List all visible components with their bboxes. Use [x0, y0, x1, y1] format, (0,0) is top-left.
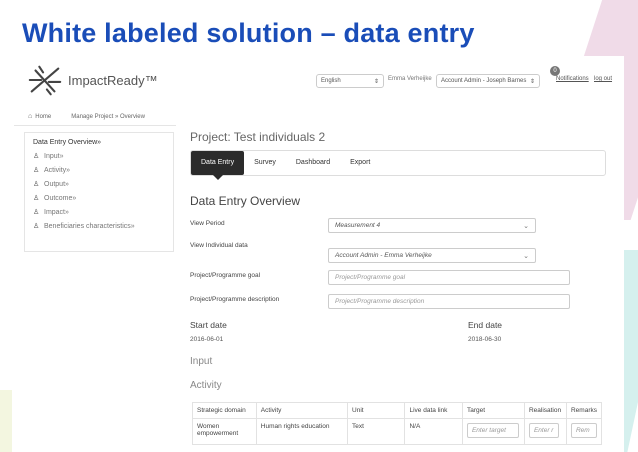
logo[interactable]: ImpactReady™	[26, 62, 158, 98]
sidebar-item-label: Activity»	[44, 166, 71, 174]
slide-title: White labeled solution – data entry	[22, 18, 475, 48]
impactready-logo-icon	[28, 65, 62, 96]
live-data-link-cell: N/A	[404, 418, 463, 445]
realisation-input[interactable]: Enter r	[528, 423, 559, 438]
section-title: Data Entry Overview	[190, 194, 301, 208]
notifications-label: Notifications	[556, 76, 589, 82]
project-title: Project: Test individuals 2	[190, 130, 326, 144]
view-period-label: View Period	[190, 220, 225, 227]
unit-cell: Text	[347, 418, 406, 445]
end-date-value: 2018-06-30	[468, 336, 502, 343]
breadcrumb-home[interactable]: Home	[35, 114, 51, 120]
column-header: Target	[461, 402, 525, 419]
goal-label: Project/Programme goal	[190, 272, 261, 279]
column-header: Realisation	[523, 402, 567, 419]
sidebar-item-impact[interactable]: ♙ Impact»	[33, 207, 165, 217]
breadcrumb-path[interactable]: Manage Project » Overview	[71, 114, 145, 120]
start-date-value: 2016-06-01	[190, 336, 224, 343]
person-icon: ♙	[33, 181, 40, 188]
remarks-input[interactable]: Rem	[570, 423, 597, 438]
top-bar: ImpactReady™ English ⇕ Emma Verheijke Ac…	[14, 56, 624, 100]
strategic-domain-cell: Women empowerment	[192, 418, 257, 445]
realisation-cell: Enter r	[523, 418, 567, 445]
column-header: Remarks	[565, 402, 603, 419]
sidebar-item-label: Beneficiaries characteristics»	[44, 222, 135, 230]
description-label: Project/Programme description	[190, 296, 280, 303]
view-individual-select[interactable]: Account Admin - Emma Verheijke ⌄	[328, 248, 536, 263]
sidebar-heading[interactable]: Data Entry Overview»	[33, 139, 165, 146]
sidebar-item-label: Outcome»	[44, 194, 77, 202]
column-header: Activity	[255, 402, 349, 419]
column-header: Unit	[347, 402, 406, 419]
sidebar-item-label: Output»	[44, 180, 69, 188]
column-header: Live data link	[404, 402, 463, 419]
sidebar-item-outcome[interactable]: ♙ Outcome»	[33, 193, 165, 203]
sidebar-item-label: Impact»	[44, 208, 69, 216]
tab-data-entry[interactable]: Data Entry	[191, 151, 245, 180]
tab-survey[interactable]: Survey	[244, 151, 286, 175]
person-icon: ♙	[33, 195, 40, 202]
description-input[interactable]: Project/Programme description	[328, 294, 570, 309]
logout-link[interactable]: log out	[594, 76, 612, 82]
language-select[interactable]: English ⇕	[316, 74, 384, 88]
activity-heading: Activity	[190, 380, 222, 391]
home-icon[interactable]: ⌂	[28, 113, 32, 120]
activity-cell: Human rights education	[255, 418, 349, 445]
view-individual-value: Account Admin - Emma Verheijke	[335, 252, 432, 259]
select-arrows-icon: ⇕	[373, 78, 379, 85]
logo-text: ImpactReady™	[68, 72, 158, 88]
activity-table: Strategic domain Activity Unit Live data…	[192, 402, 603, 445]
tab-bar: Data Entry Survey Dashboard Export	[190, 150, 606, 180]
sidebar-item-activity[interactable]: ♙ Activity»	[33, 165, 165, 175]
input-heading: Input	[190, 356, 213, 367]
role-value: Account Admin - Joseph Barnes	[441, 78, 527, 84]
app-screenshot: ImpactReady™ English ⇕ Emma Verheijke Ac…	[14, 56, 624, 452]
tab-dashboard[interactable]: Dashboard	[286, 151, 340, 175]
end-date-label: End date	[468, 320, 503, 330]
chevron-down-icon: ⌄	[523, 252, 529, 260]
table-header-row: Strategic domain Activity Unit Live data…	[192, 402, 603, 419]
person-icon: ♙	[33, 209, 40, 216]
decorative-left-shape	[0, 390, 12, 452]
user-name: Emma Verheijke	[388, 76, 432, 82]
view-period-select[interactable]: Measurement 4 ⌄	[328, 218, 536, 233]
person-icon: ♙	[33, 223, 40, 230]
notifications-badge: 0	[550, 66, 560, 76]
target-cell: Enter target	[461, 418, 525, 445]
view-individual-label: View Individual data	[190, 242, 248, 249]
start-date-label: Start date	[190, 320, 227, 330]
person-icon: ♙	[33, 167, 40, 174]
tab-export[interactable]: Export	[340, 151, 380, 175]
table-row: Women empowerment Human rights education…	[192, 418, 603, 445]
breadcrumb: ⌂ Home Manage Project » Overview	[14, 108, 176, 126]
sidebar-item-beneficiaries[interactable]: ♙ Beneficiaries characteristics»	[33, 221, 165, 231]
goal-input[interactable]: Project/Programme goal	[328, 270, 570, 285]
column-header: Strategic domain	[192, 402, 257, 419]
language-value: English	[321, 78, 341, 84]
remarks-cell: Rem	[565, 418, 603, 445]
target-input[interactable]: Enter target	[466, 423, 519, 438]
sidebar-item-label: Input»	[44, 152, 64, 160]
view-period-value: Measurement 4	[335, 222, 381, 229]
select-arrows-icon: ⇕	[529, 78, 535, 85]
sidebar-item-output[interactable]: ♙ Output»	[33, 179, 165, 189]
sidebar-item-input[interactable]: ♙ Input»	[33, 151, 165, 161]
chevron-down-icon: ⌄	[523, 222, 529, 230]
sidebar: Data Entry Overview» ♙ Input» ♙ Activity…	[24, 132, 174, 252]
person-icon: ♙	[33, 153, 40, 160]
role-select[interactable]: Account Admin - Joseph Barnes ⇕	[436, 74, 540, 88]
